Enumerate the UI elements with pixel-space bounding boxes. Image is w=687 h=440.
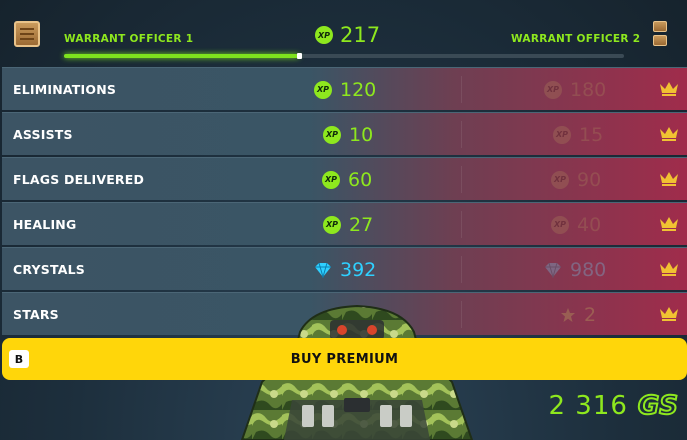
next-rank-label: WARRANT OFFICER 2 (511, 33, 641, 45)
rank-header: WARRANT OFFICER 1 XP 217 WARRANT OFFICER… (0, 0, 687, 66)
premium-crown-icon (660, 172, 678, 186)
rank-progress-fill (64, 54, 300, 58)
crystal-icon (545, 262, 561, 278)
total-xp: XP 217 (315, 20, 380, 50)
premium-crown-icon (660, 307, 678, 321)
xp-icon: XP (323, 125, 341, 144)
current-value: 392 (314, 248, 376, 291)
current-value: XP 120 (314, 68, 376, 111)
row-label: CRYSTALS (13, 262, 85, 277)
premium-crown-icon (660, 262, 678, 276)
gear-score: 2 316 GS (548, 386, 679, 426)
next-value: XP 40 (551, 203, 601, 246)
next-value: XP 15 (553, 113, 603, 156)
current-rank-icon (14, 21, 40, 47)
xp-icon: XP (553, 125, 571, 144)
next-rank-icon-top (653, 21, 667, 32)
row-label: ASSISTS (13, 127, 73, 142)
next-rank-icon-bottom (653, 35, 667, 46)
buy-premium-button[interactable]: B BUY PREMIUM (2, 338, 687, 380)
current-value: XP 10 (323, 113, 373, 156)
premium-crown-icon (660, 127, 678, 141)
rank-progress-bar (64, 53, 624, 59)
next-value: XP 180 (544, 68, 606, 111)
table-row: ELIMINATIONS XP 120 XP 180 (2, 67, 687, 110)
total-xp-value: 217 (340, 23, 381, 47)
current-value: XP 27 (323, 203, 373, 246)
premium-crown-icon (660, 82, 678, 96)
row-label: HEALING (13, 217, 77, 232)
xp-icon: XP (314, 80, 332, 99)
current-rank-label: WARRANT OFFICER 1 (64, 33, 194, 45)
xp-icon: XP (323, 215, 341, 234)
table-row: FLAGS DELIVERED XP 60 XP 90 (2, 157, 687, 200)
premium-crown-icon (660, 217, 678, 231)
table-row: HEALING XP 27 XP 40 (2, 202, 687, 245)
gear-score-value: 2 316 (548, 391, 628, 421)
table-row: ASSISTS XP 10 XP 15 (2, 112, 687, 155)
xp-icon: XP (544, 80, 562, 99)
next-value: 2 (560, 293, 596, 336)
buy-premium-label: BUY PREMIUM (290, 351, 399, 367)
current-value: XP 60 (322, 158, 372, 201)
xp-icon: XP (315, 26, 333, 44)
next-value: XP 90 (551, 158, 601, 201)
xp-icon: XP (322, 170, 340, 189)
xp-icon: XP (551, 215, 569, 234)
row-label: STARS (13, 307, 59, 322)
star-icon (561, 307, 575, 322)
xp-icon: XP (551, 170, 569, 189)
table-row: CRYSTALS 392 980 (2, 247, 687, 290)
row-label: FLAGS DELIVERED (13, 172, 145, 187)
next-value: 980 (544, 248, 606, 291)
row-label: ELIMINATIONS (13, 82, 117, 97)
gear-score-unit: GS (637, 390, 679, 422)
rank-progress-marker (297, 53, 303, 59)
crystal-icon (315, 262, 331, 278)
